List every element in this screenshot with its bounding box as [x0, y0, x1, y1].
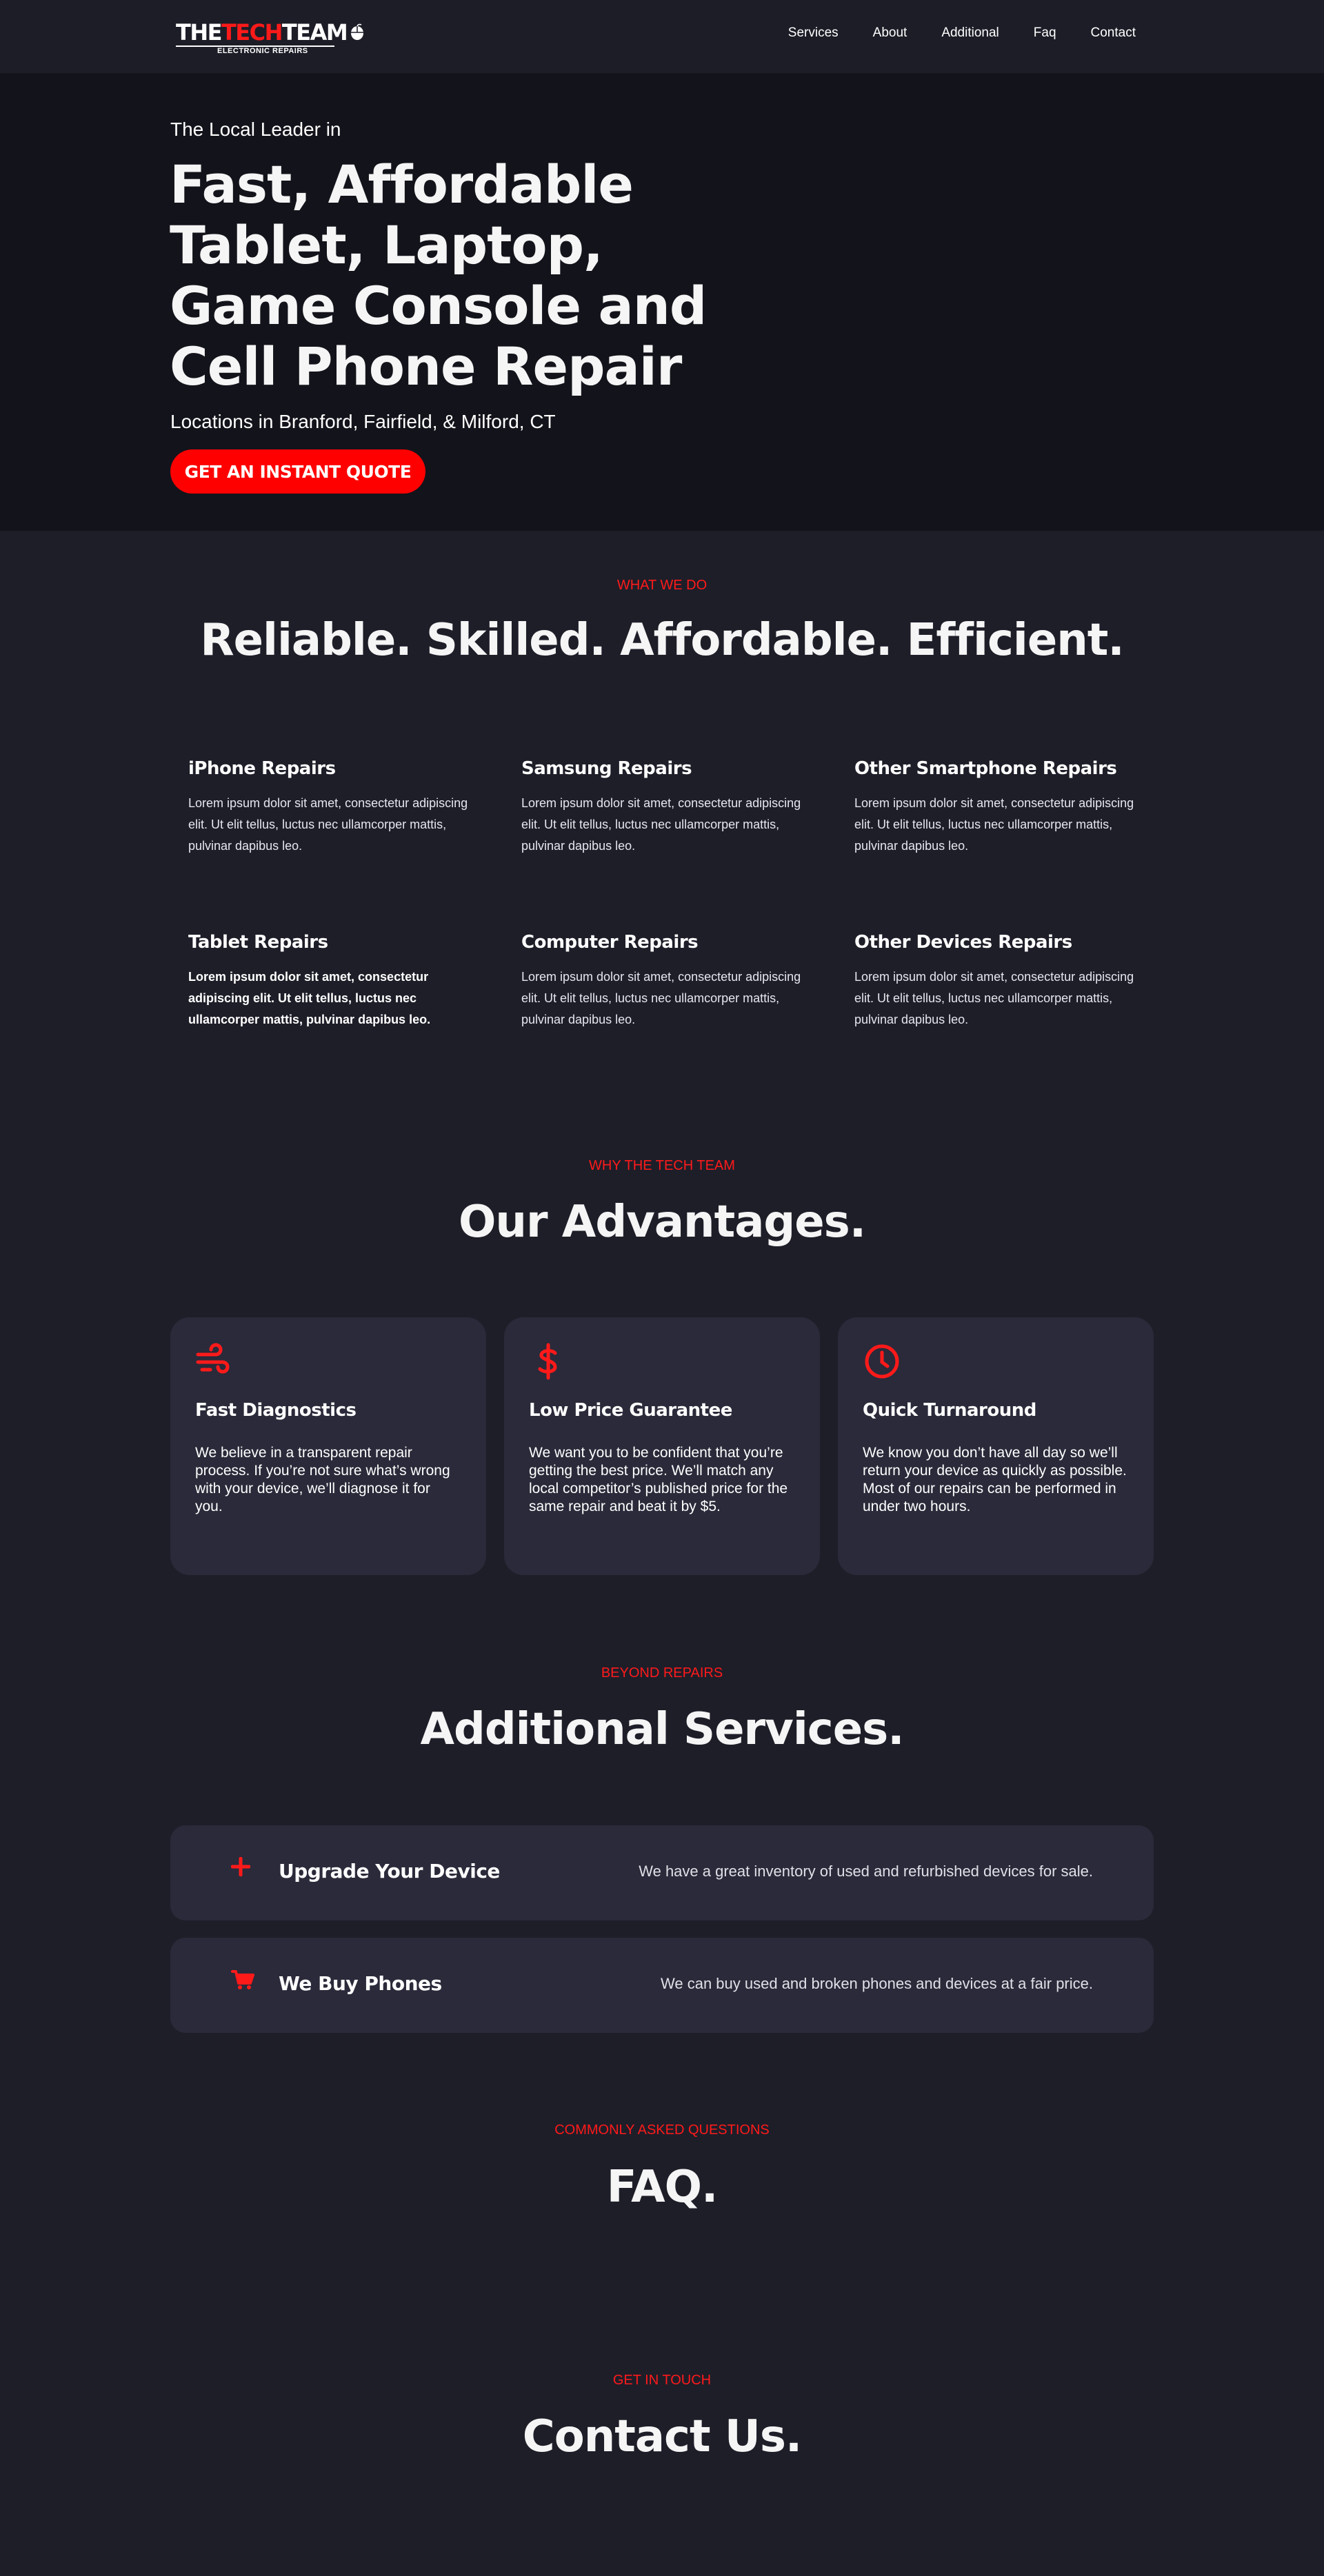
wind-icon	[195, 1342, 461, 1381]
advantage-card: Quick Turnaround We know you don’t have …	[838, 1317, 1154, 1575]
nav-services[interactable]: Services	[788, 26, 839, 41]
additional-eyebrow: BEYOND REPAIRS	[601, 1665, 723, 1681]
site-header: THETECHTEAM ELECTRONIC REPAIRS Services …	[0, 0, 1324, 73]
plus-icon	[230, 1856, 251, 1880]
nav-contact[interactable]: Contact	[1091, 26, 1136, 41]
faq-title: FAQ.	[606, 2162, 719, 2213]
services-title: Reliable. Skilled. Affordable. Efficient…	[200, 615, 1124, 666]
hero-pretitle: The Local Leader in	[170, 119, 341, 140]
hero-section: The Local Leader in Fast, Affordable Tab…	[0, 73, 1324, 531]
service-text: Lorem ipsum dolor sit amet, consectetur …	[188, 796, 468, 853]
nav-additional[interactable]: Additional	[941, 26, 999, 41]
card-text: We want you to be confident that you’re …	[529, 1445, 788, 1514]
service-item: Other Smartphone Repairs Lorem ipsum dol…	[854, 758, 1137, 857]
logo-tagline: ELECTRONIC REPAIRS	[217, 47, 308, 55]
clock-icon	[863, 1342, 1129, 1381]
service-text: Lorem ipsum dolor sit amet, consectetur …	[521, 970, 801, 1026]
faq-eyebrow: COMMONLY ASKED QUESTIONS	[554, 2122, 770, 2138]
service-text: Lorem ipsum dolor sit amet, consectetur …	[521, 796, 801, 853]
advantage-card: Fast Diagnostics We believe in a transpa…	[170, 1317, 486, 1575]
instant-quote-button[interactable]: GET AN INSTANT QUOTE	[170, 449, 425, 494]
service-item: Other Devices Repairs Lorem ipsum dolor …	[854, 932, 1137, 1031]
service-item: Samsung Repairs Lorem ipsum dolor sit am…	[521, 758, 804, 857]
service-item: Tablet Repairs Lorem ipsum dolor sit ame…	[188, 932, 471, 1031]
additional-title: Additional Services.	[420, 1704, 904, 1755]
nav-about[interactable]: About	[873, 26, 907, 41]
advantages-title: Our Advantages.	[458, 1197, 866, 1248]
service-title: Samsung Repairs	[521, 758, 692, 779]
service-title: iPhone Repairs	[188, 758, 336, 779]
card-text: We know you don’t have all day so we’ll …	[863, 1445, 1127, 1514]
row-title: Upgrade Your Device	[279, 1860, 500, 1883]
services-eyebrow: WHAT WE DO	[616, 578, 708, 593]
mouse-icon	[348, 22, 366, 45]
card-text: We believe in a transparent repair proce…	[195, 1445, 450, 1514]
logo-team: TEAM	[281, 19, 348, 45]
logo-wordmark: THETECHTEAM	[176, 21, 366, 45]
main-nav: Services About Additional Faq Contact	[788, 26, 1136, 41]
hero-title: Fast, Affordable Tablet, Laptop, Game Co…	[170, 154, 707, 397]
service-title: Other Smartphone Repairs	[854, 758, 1117, 779]
card-title: Fast Diagnostics	[195, 1400, 357, 1421]
row-text: We can buy used and broken phones and de…	[661, 1975, 1093, 1992]
service-text: Lorem ipsum dolor sit amet, consectetur …	[854, 796, 1134, 853]
card-title: Low Price Guarantee	[529, 1400, 732, 1421]
dollar-icon	[529, 1342, 795, 1381]
cart-icon	[231, 1969, 254, 1994]
hero-locations: Locations in Branford, Fairfield, & Milf…	[170, 411, 556, 432]
service-title: Tablet Repairs	[188, 932, 328, 953]
service-title: Other Devices Repairs	[854, 932, 1072, 953]
advantages-eyebrow: WHY THE TECH TEAM	[589, 1158, 735, 1173]
contact-title: Contact Us.	[522, 2411, 802, 2462]
service-item: iPhone Repairs Lorem ipsum dolor sit ame…	[188, 758, 471, 857]
logo-the: THE	[176, 19, 222, 45]
brand-logo[interactable]: THETECHTEAM ELECTRONIC REPAIRS	[176, 21, 366, 55]
additional-service-row: We Buy Phones We can buy used and broken…	[170, 1938, 1154, 2033]
row-title: We Buy Phones	[279, 1972, 442, 1995]
service-title: Computer Repairs	[521, 932, 699, 953]
card-title: Quick Turnaround	[863, 1400, 1036, 1421]
additional-service-row: Upgrade Your Device We have a great inve…	[170, 1825, 1154, 1920]
service-item: Computer Repairs Lorem ipsum dolor sit a…	[521, 932, 804, 1031]
advantage-card: Low Price Guarantee We want you to be co…	[504, 1317, 820, 1575]
logo-tech: TECH	[221, 19, 283, 45]
row-text: We have a great inventory of used and re…	[639, 1863, 1093, 1880]
nav-faq[interactable]: Faq	[1034, 26, 1056, 41]
service-text: Lorem ipsum dolor sit amet, consectetur …	[188, 970, 431, 1026]
service-text: Lorem ipsum dolor sit amet, consectetur …	[854, 970, 1134, 1026]
contact-eyebrow: GET IN TOUCH	[612, 2373, 712, 2388]
